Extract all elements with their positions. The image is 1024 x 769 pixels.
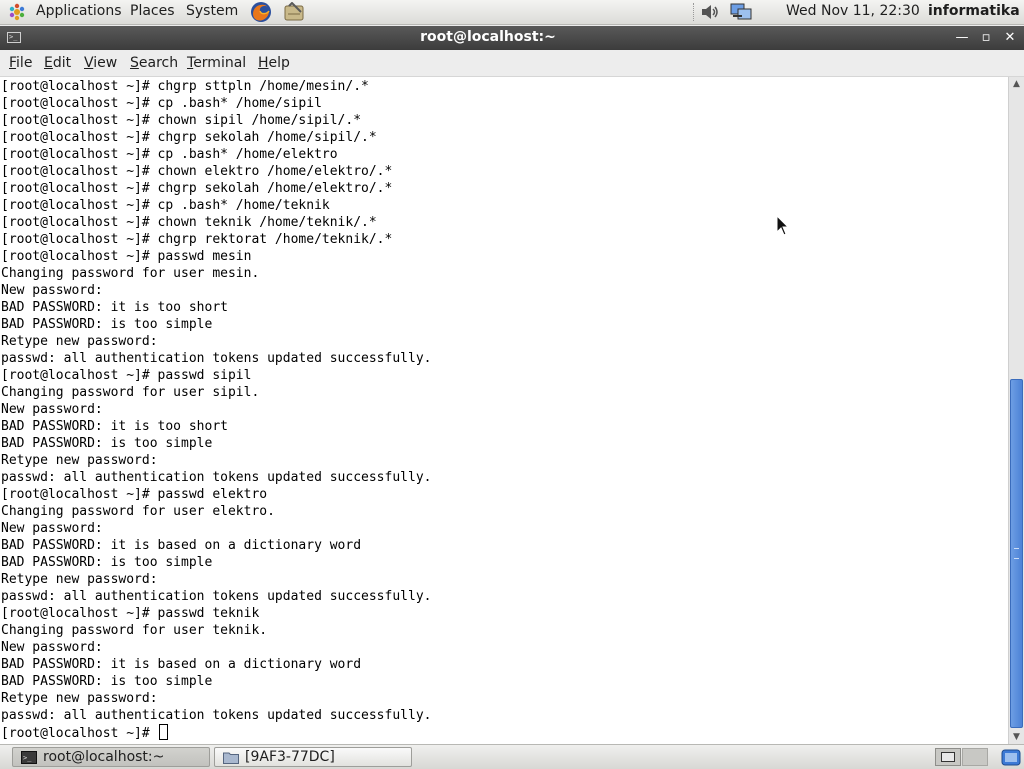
gnome-foot-icon[interactable] (8, 3, 26, 21)
scroll-down-arrow-icon[interactable]: ▼ (1009, 730, 1024, 744)
terminal-line: passwd: all authentication tokens update… (1, 708, 432, 723)
terminal-line: [root@localhost ~]# cp .bash* /home/sipi… (1, 96, 322, 111)
terminal-line: BAD PASSWORD: is too simple (1, 436, 213, 451)
bottom-panel: >_ root@localhost:~ [9AF3-77DC] (0, 744, 1024, 769)
terminal-line: Retype new password: (1, 691, 158, 706)
terminal-line: [root@localhost ~]# passwd sipil (1, 368, 252, 383)
terminal-line: passwd: all authentication tokens update… (1, 470, 432, 485)
terminal-prompt-line[interactable]: [root@localhost ~]# (1, 724, 431, 741)
terminal-menubar: File Edit View Search Terminal Help (0, 50, 1024, 77)
terminal-line: BAD PASSWORD: it is based on a dictionar… (1, 657, 362, 672)
terminal-line: [root@localhost ~]# chown sipil /home/si… (1, 113, 362, 128)
workspace-2[interactable] (962, 748, 988, 766)
terminal-prompt: [root@localhost ~]# (1, 726, 158, 741)
terminal-line: Retype new password: (1, 453, 158, 468)
terminal-line: BAD PASSWORD: it is based on a dictionar… (1, 538, 362, 553)
system-menu[interactable]: System (186, 3, 238, 19)
terminal-line: [root@localhost ~]# passwd mesin (1, 249, 252, 264)
terminal-lines: [root@localhost ~]# chgrp sttpln /home/m… (1, 78, 431, 741)
applications-menu[interactable]: Applications (36, 3, 122, 19)
terminal-line: Changing password for user teknik. (1, 623, 268, 638)
minimize-icon[interactable]: — (953, 29, 971, 47)
firefox-icon[interactable] (250, 1, 272, 23)
terminal-output[interactable]: [root@localhost ~]# chgrp sttpln /home/m… (0, 77, 1008, 744)
terminal-line: [root@localhost ~]# chown elektro /home/… (1, 164, 393, 179)
terminal-line: passwd: all authentication tokens update… (1, 589, 432, 604)
close-icon[interactable]: ✕ (1001, 29, 1019, 47)
clock[interactable]: Wed Nov 11, 22:30 (786, 3, 920, 19)
terminal-line: BAD PASSWORD: is too simple (1, 674, 213, 689)
terminal-line: [root@localhost ~]# passwd teknik (1, 606, 260, 621)
taskbar-item-folder[interactable]: [9AF3-77DC] (214, 747, 412, 767)
places-menu[interactable]: Places (130, 3, 175, 19)
volume-icon[interactable] (700, 3, 720, 21)
terminal-line: Retype new password: (1, 572, 158, 587)
terminal-line: [root@localhost ~]# passwd elektro (1, 487, 268, 502)
terminal-line: passwd: all authentication tokens update… (1, 351, 432, 366)
workspace-window-thumb (941, 752, 955, 762)
terminal-line: Changing password for user elektro. (1, 504, 275, 519)
terminal-line: [root@localhost ~]# cp .bash* /home/tekn… (1, 198, 330, 213)
terminal-line: [root@localhost ~]# cp .bash* /home/elek… (1, 147, 338, 162)
menu-file[interactable]: File (9, 55, 32, 71)
terminal-line: New password: (1, 402, 103, 417)
network-icon[interactable] (730, 2, 752, 22)
menu-view[interactable]: View (84, 55, 117, 71)
window-titlebar[interactable]: >_ root@localhost:~ — ▫ ✕ (0, 26, 1024, 50)
text-cursor (158, 724, 168, 740)
workspace-1[interactable] (935, 748, 961, 766)
terminal-line: New password: (1, 640, 103, 655)
terminal-line: BAD PASSWORD: it is too short (1, 300, 228, 315)
taskbar-item-terminal[interactable]: >_ root@localhost:~ (12, 747, 210, 767)
terminal-line: [root@localhost ~]# chgrp sekolah /home/… (1, 181, 393, 196)
mouse-pointer-icon (776, 215, 790, 236)
top-panel: Applications Places System Wed Nov 11, 2… (0, 0, 1024, 25)
terminal-line: Changing password for user sipil. (1, 385, 260, 400)
terminal-line: BAD PASSWORD: it is too short (1, 419, 228, 434)
terminal-line: [root@localhost ~]# chgrp sttpln /home/m… (1, 79, 369, 94)
terminal-line: [root@localhost ~]# chown teknik /home/t… (1, 215, 377, 230)
terminal-line: New password: (1, 521, 103, 536)
taskbar-item-label: [9AF3-77DC] (245, 749, 335, 765)
menu-help[interactable]: Help (258, 55, 290, 71)
folder-icon (223, 752, 239, 764)
window-title: root@localhost:~ (420, 29, 556, 45)
trash-icon[interactable] (1000, 747, 1022, 767)
notes-icon[interactable] (283, 2, 305, 22)
panel-separator (693, 3, 696, 21)
scrollbar-thumb[interactable] (1010, 379, 1023, 728)
maximize-icon[interactable]: ▫ (977, 29, 995, 47)
terminal-line: Changing password for user mesin. (1, 266, 260, 281)
terminal-line: BAD PASSWORD: is too simple (1, 555, 213, 570)
menu-edit[interactable]: Edit (44, 55, 71, 71)
menu-search[interactable]: Search (130, 55, 178, 71)
terminal-scrollbar[interactable]: ▲ ▼ (1008, 77, 1024, 744)
svg-text:>_: >_ (23, 754, 32, 762)
terminal-icon: >_ (21, 751, 37, 764)
terminal-line: Retype new password: (1, 334, 158, 349)
user-menu[interactable]: informatika (928, 3, 1020, 19)
terminal-line: BAD PASSWORD: is too simple (1, 317, 213, 332)
menu-terminal[interactable]: Terminal (187, 55, 246, 71)
terminal-line: [root@localhost ~]# chgrp rektorat /home… (1, 232, 393, 247)
grip-icon (1014, 548, 1019, 559)
terminal-line: New password: (1, 283, 103, 298)
taskbar-item-label: root@localhost:~ (43, 749, 165, 765)
scroll-up-arrow-icon[interactable]: ▲ (1009, 77, 1024, 91)
terminal-line: [root@localhost ~]# chgrp sekolah /home/… (1, 130, 377, 145)
